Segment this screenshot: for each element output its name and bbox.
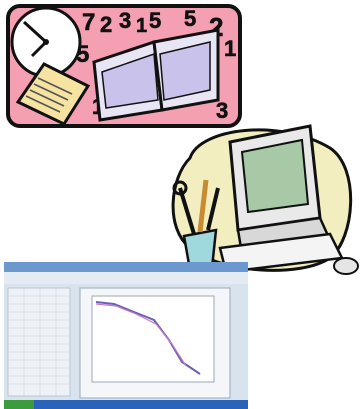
number-8: 1 [224, 36, 236, 61]
number-3: 3 [119, 8, 131, 33]
spreadsheet-screenshot [4, 262, 248, 409]
number-5: 5 [149, 8, 161, 33]
study-clipart: 7 2 3 1 5 5 2 1 5 1 3 [4, 2, 244, 130]
computer-clipart [160, 118, 360, 280]
mouse-icon [333, 257, 359, 275]
number-6: 5 [184, 6, 196, 31]
plot-thumbnail [79, 287, 231, 399]
number-4: 1 [136, 15, 147, 37]
spreadsheet-grid [7, 287, 71, 397]
taskbar [4, 400, 248, 409]
number-2: 2 [100, 12, 112, 37]
number-1: 7 [82, 9, 95, 36]
